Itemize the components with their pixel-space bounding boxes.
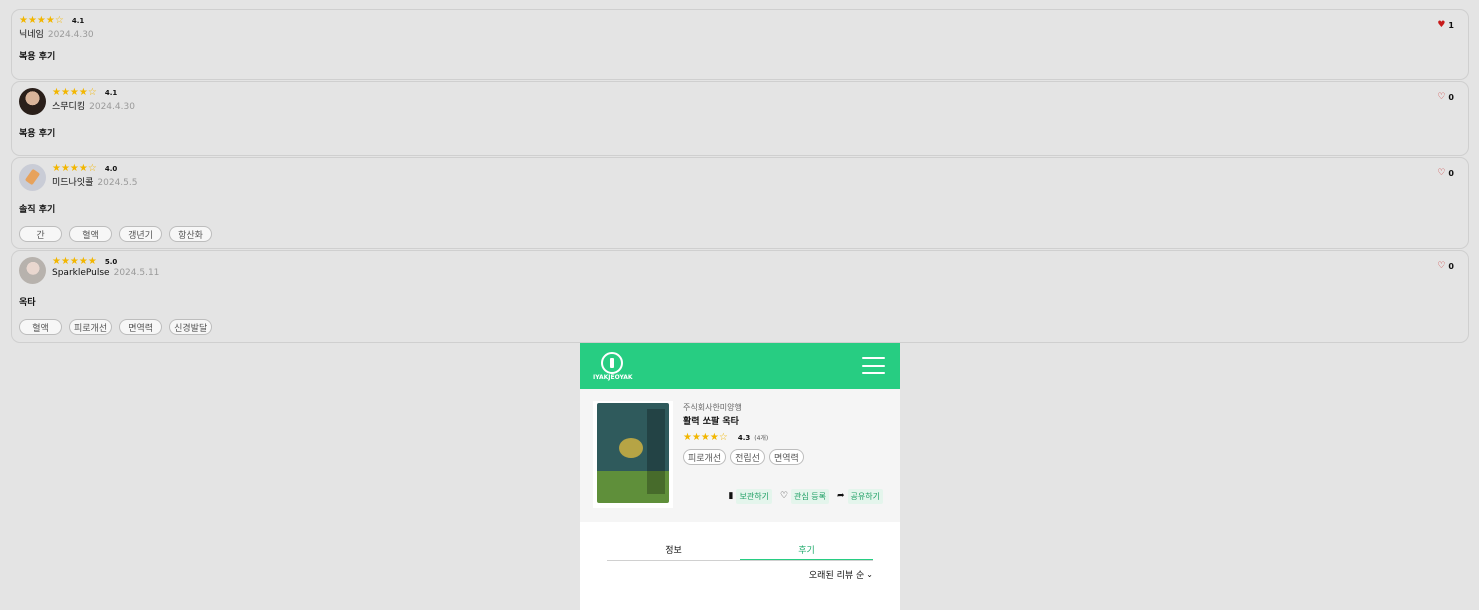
pill-logo-icon [601,352,623,374]
like-count: 0 [1448,93,1454,102]
app-logo[interactable]: IYAKJEOYAK [593,352,633,382]
review-date: 2024.4.30 [47,30,94,40]
reviewer-nickname[interactable]: 미드나잇콜 [52,175,93,188]
star-rating-icon: ★★★★★ [52,255,97,267]
reviewer-nickname[interactable]: 스무디킹 [52,99,85,112]
product-rating: ★★★★☆ 4.3 (4개) [683,430,888,445]
product-score: 4.3 [737,433,751,442]
tab-info[interactable]: 정보 [607,544,740,560]
product-tags: 피로개선 전립선 면역력 [683,449,888,465]
tag-chip[interactable]: 피로개선 [683,449,727,465]
product-info: 주식회사한미양행 활력 쏘팔 옥타 ★★★★☆ 4.3 (4개) 피로개선 전립… [683,402,888,465]
share-label: 공유하기 [847,489,883,504]
sort-dropdown[interactable]: 오래된 리뷰 순 ⌄ [809,568,873,581]
share-icon: ➦ [837,491,845,501]
product-name: 활력 쏘팔 옥타 [683,417,739,427]
review-rating: 5.0 [104,257,118,266]
like-count: 1 [1448,21,1454,30]
review-date: 2024.5.11 [113,268,160,278]
tab-reviews[interactable]: 후기 [740,544,873,560]
review-card: ★★★★☆ 4.1 닉네임 2024.4.30 ♥ 1 복용 후기 [11,9,1469,80]
tag-chip[interactable]: 피로개선 [69,319,113,335]
review-card: ★★★★☆ 4.0 미드나잇콜 2024.5.5 ♡ 0 솔직 후기 간 혈액 … [11,157,1469,249]
product-image [593,401,673,508]
review-date: 2024.5.5 [97,178,138,188]
heart-outline-icon: ♡ [779,491,789,501]
tag-chip[interactable]: 전립선 [730,449,765,465]
review-card: ★★★★★ 5.0 SparklePulse 2024.5.11 ♡ 0 옥타 … [11,250,1469,343]
tag-chip[interactable]: 혈액 [69,226,112,242]
tag-chip[interactable]: 혈액 [19,319,62,335]
review-header: ★★★★☆ 4.1 스무디킹 2024.4.30 [19,86,135,116]
product-actions: ▮ 보관하기 ♡ 관심 등록 ➦ 공유하기 [721,489,883,504]
interest-label: 관심 등록 [791,489,829,504]
tag-chip[interactable]: 신경발달 [169,319,213,335]
like-button[interactable]: ♥ 1 [1437,20,1454,31]
detail-tabs: 정보 후기 [607,544,873,561]
review-header: ★★★★★ 5.0 SparklePulse 2024.5.11 [19,255,159,285]
save-button[interactable]: ▮ 보관하기 [729,489,772,504]
tag-chip[interactable]: 면역력 [119,319,163,335]
review-header: ★★★★☆ 4.0 미드나잇콜 2024.5.5 [19,162,137,192]
avatar[interactable] [19,88,46,115]
review-rating: 4.1 [104,88,118,97]
review-rating: 4.0 [104,164,118,173]
bookmark-icon: ▮ [728,491,734,501]
hamburger-menu-icon[interactable] [862,357,885,374]
top-app-bar: IYAKJEOYAK [580,343,900,389]
review-card: ★★★★☆ 4.1 스무디킹 2024.4.30 ♡ 0 복용 후기 [11,81,1469,156]
star-rating-icon: ★★★★☆ [52,162,97,174]
star-rating-icon: ★★★★☆ [52,86,97,98]
product-box-icon [597,403,669,503]
product-summary: 주식회사한미양행 활력 쏘팔 옥타 ★★★★☆ 4.3 (4개) 피로개선 전립… [580,389,900,522]
product-maker: 주식회사한미양행 [683,403,742,412]
like-count: 0 [1448,262,1454,271]
save-label: 보관하기 [736,489,772,504]
review-title: 복용 후기 [19,129,56,139]
review-title: 옥타 [19,298,36,308]
reviewer-nickname[interactable]: SparklePulse [52,268,110,278]
heart-filled-icon: ♥ [1437,20,1446,30]
like-count: 0 [1448,169,1454,178]
review-title: 솔직 후기 [19,205,56,215]
reviewer-nickname[interactable]: 닉네임 [19,27,44,40]
review-tags: 혈액 피로개선 면역력 신경발달 [19,319,219,335]
interest-button[interactable]: ♡ 관심 등록 [780,489,829,504]
avatar[interactable] [19,164,46,191]
review-header: ★★★★☆ 4.1 닉네임 2024.4.30 [19,14,94,44]
chevron-down-icon: ⌄ [866,570,873,579]
like-button[interactable]: ♡ 0 [1437,261,1454,272]
avatar[interactable] [19,257,46,284]
tag-chip[interactable]: 면역력 [768,449,804,465]
heart-outline-icon: ♡ [1437,168,1446,178]
star-rating-icon: ★★★★☆ [19,14,64,26]
sort-label: 오래된 리뷰 순 [808,571,865,581]
tag-chip[interactable]: 갱년기 [119,226,162,242]
review-title: 복용 후기 [19,52,56,62]
product-panel: IYAKJEOYAK 주식회사한미양행 활력 쏘팔 옥타 ★★★★☆ 4.3 (… [580,343,900,610]
heart-outline-icon: ♡ [1437,92,1446,102]
tag-chip[interactable]: 항산화 [169,226,212,242]
like-button[interactable]: ♡ 0 [1437,92,1454,103]
review-date: 2024.4.30 [89,102,135,112]
logo-text: IYAKJEOYAK [593,374,633,381]
heart-outline-icon: ♡ [1437,261,1446,271]
product-review-count: (4개) [754,435,769,442]
review-tags: 간 혈액 갱년기 항산화 [19,226,219,242]
like-button[interactable]: ♡ 0 [1437,168,1454,179]
review-rating: 4.1 [71,16,85,25]
share-button[interactable]: ➦ 공유하기 [837,489,883,504]
tag-chip[interactable]: 간 [19,226,62,242]
star-rating-icon: ★★★★☆ [683,431,728,443]
